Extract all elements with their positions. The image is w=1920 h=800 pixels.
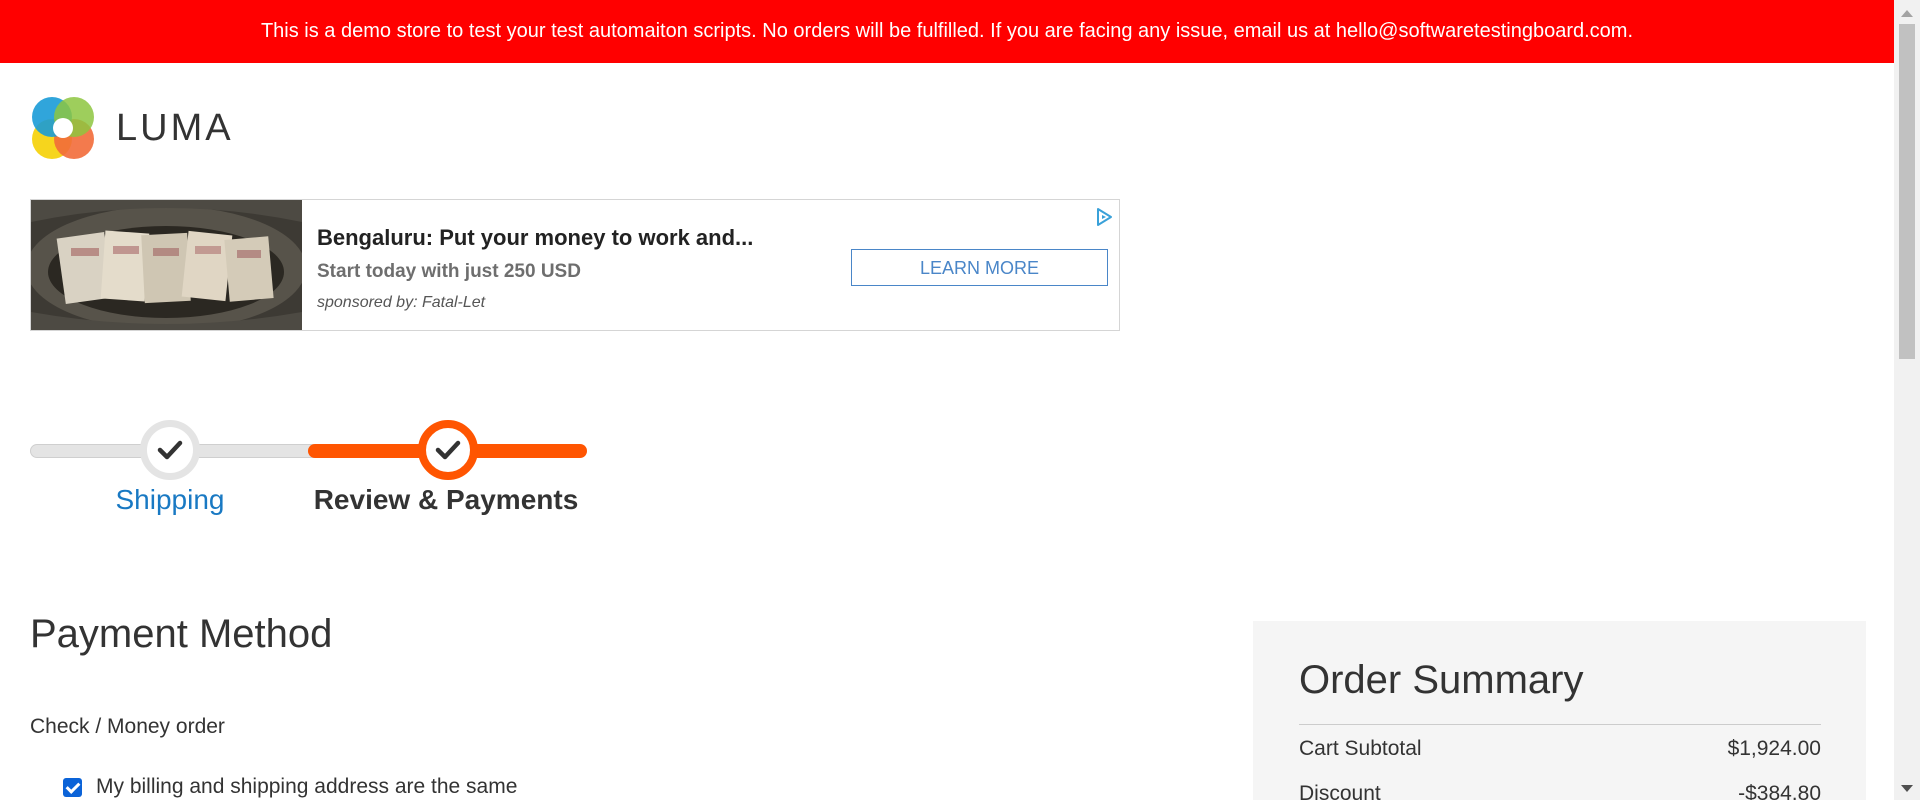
summary-row-subtotal: Cart Subtotal $1,924.00: [1299, 737, 1821, 761]
checkout-progress-bar: Shipping Review & Payments: [30, 410, 590, 520]
summary-divider: [1299, 724, 1821, 725]
ad-subtitle: Start today with just 250 USD: [317, 261, 581, 282]
summary-row-label: Discount: [1299, 782, 1381, 800]
step-review-indicator: [418, 420, 478, 480]
checkout-page: This is a demo store to test your test a…: [0, 0, 1920, 800]
ad-choices-icon[interactable]: [1093, 206, 1115, 233]
billing-same-row[interactable]: My billing and shipping address are the …: [63, 775, 517, 799]
order-summary: Order Summary Cart Subtotal $1,924.00 Di…: [1253, 621, 1866, 800]
learn-more-button[interactable]: LEARN MORE: [851, 249, 1108, 286]
ad-sponsor: sponsored by: Fatal-Let: [317, 294, 486, 311]
money-bag-image: [31, 200, 302, 330]
step-shipping-link[interactable]: Shipping: [116, 484, 225, 516]
logo-text: LUMA: [116, 107, 234, 149]
payment-method-title: Payment Method: [30, 612, 333, 656]
ad-image[interactable]: [31, 200, 302, 330]
step-shipping-indicator[interactable]: [140, 420, 200, 480]
luma-logo[interactable]: LUMA: [30, 95, 234, 161]
luma-logo-icon: [32, 97, 94, 159]
billing-same-label[interactable]: My billing and shipping address are the …: [96, 775, 517, 799]
summary-row-label: Cart Subtotal: [1299, 737, 1422, 760]
step-review-label: Review & Payments: [313, 484, 579, 515]
checkmark-icon: [435, 440, 461, 460]
summary-row-discount: Discount -$384.80: [1299, 782, 1821, 800]
scroll-up-arrow-icon[interactable]: [1901, 10, 1913, 17]
sponsored-ad[interactable]: Bengaluru: Put your money to work and...…: [30, 199, 1120, 331]
scroll-thumb[interactable]: [1899, 24, 1915, 359]
summary-row-value: $1,924.00: [1727, 737, 1821, 760]
scroll-down-arrow-icon[interactable]: [1901, 785, 1913, 792]
checkmark-icon: [157, 440, 183, 460]
billing-same-checkbox[interactable]: [63, 777, 82, 797]
demo-store-banner: This is a demo store to test your test a…: [0, 0, 1894, 63]
summary-row-value: -$384.80: [1738, 782, 1821, 800]
payment-option-label[interactable]: Check / Money order: [30, 715, 225, 739]
order-summary-title: Order Summary: [1299, 658, 1584, 702]
ad-title[interactable]: Bengaluru: Put your money to work and...: [317, 225, 753, 251]
vertical-scrollbar[interactable]: [1894, 0, 1920, 800]
